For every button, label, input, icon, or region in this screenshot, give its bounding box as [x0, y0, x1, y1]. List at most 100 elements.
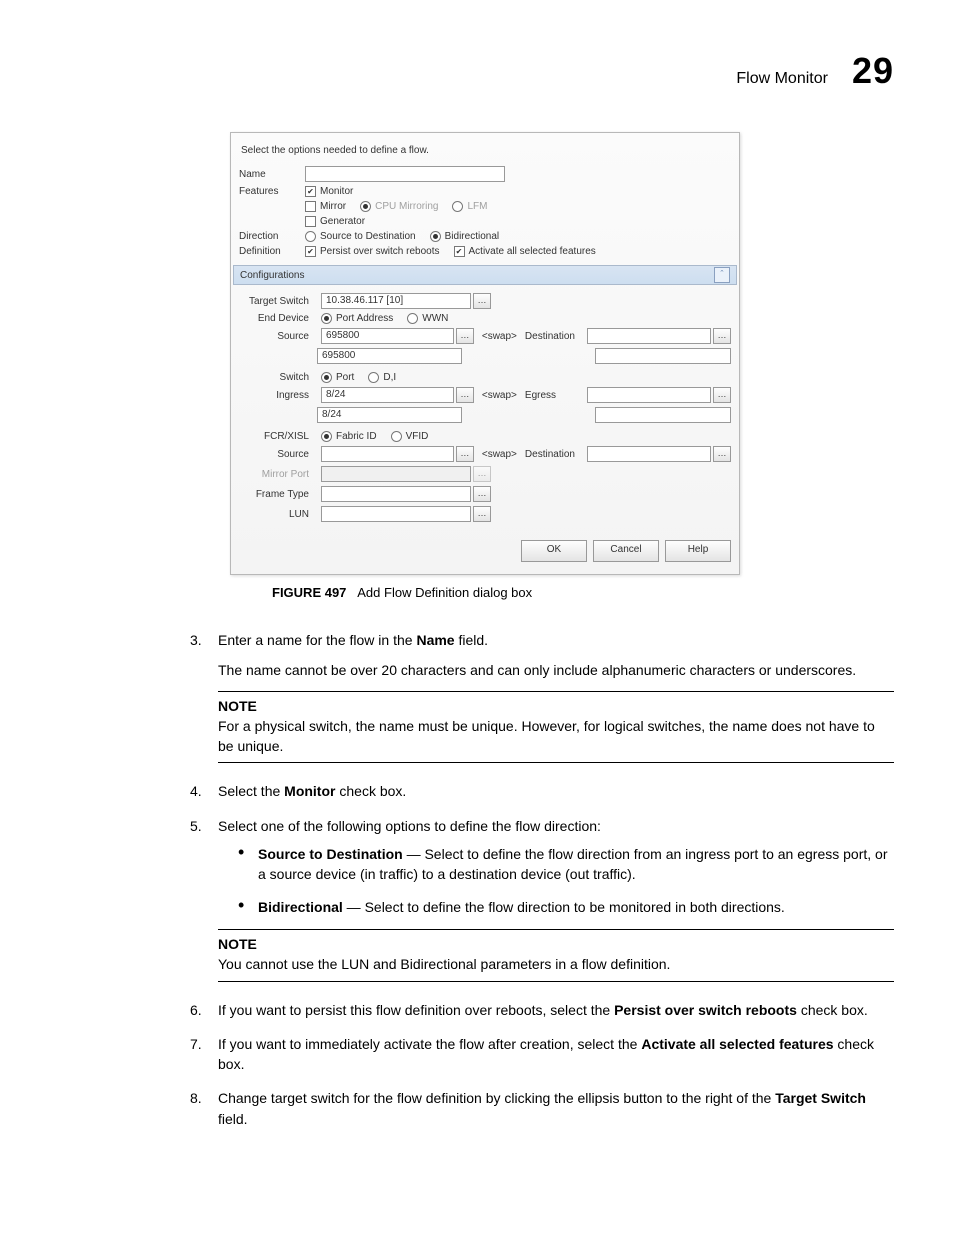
radio-icon — [305, 231, 316, 242]
direction-row: Direction Source to Destination Bidirect… — [239, 231, 731, 242]
source-to-dest-radio[interactable]: Source to Destination — [305, 231, 416, 242]
radio-icon — [430, 231, 441, 242]
bidirectional-radio[interactable]: Bidirectional — [430, 231, 499, 242]
step-7: 7. If you want to immediately activate t… — [190, 1034, 894, 1075]
source-input[interactable]: 695800 — [321, 328, 454, 344]
mirror-port-input — [321, 466, 471, 482]
generator-row: Generator — [305, 216, 731, 227]
page-header: Flow Monitor 29 — [60, 50, 894, 92]
generator-checkbox[interactable]: Generator — [305, 216, 365, 227]
mirror-checkbox[interactable]: Mirror — [305, 201, 346, 212]
destination-below-input[interactable] — [595, 348, 731, 364]
step-6: 6. If you want to persist this flow defi… — [190, 1000, 894, 1020]
cancel-button[interactable]: Cancel — [593, 540, 659, 562]
frame-type-ellipsis-button[interactable]: … — [473, 486, 491, 502]
target-switch-row: Target Switch 10.38.46.117 [10] … — [239, 293, 731, 309]
radio-icon — [321, 313, 332, 324]
swap-link[interactable]: <swap> — [482, 449, 517, 460]
configurations-label: Configurations — [240, 270, 304, 281]
source-below-input[interactable]: 695800 — [317, 348, 462, 364]
ingress-below-row: 8/24 <swap> Egress — [239, 407, 731, 423]
egress-input[interactable] — [587, 387, 711, 403]
target-switch-label: Target Switch — [239, 296, 313, 307]
swap-link[interactable]: <swap> — [482, 390, 517, 401]
mirror-port-row: Mirror Port … — [239, 466, 731, 482]
fcr-row: FCR/XISL Fabric ID VFID — [239, 431, 731, 442]
destination-input[interactable] — [587, 328, 711, 344]
step-3: 3. Enter a name for the flow in the Name… — [190, 630, 894, 763]
port-address-radio[interactable]: Port Address — [321, 313, 393, 324]
source-ellipsis-button[interactable]: … — [456, 328, 474, 344]
name-input[interactable] — [305, 166, 505, 182]
end-device-row: End Device Port Address WWN — [239, 313, 731, 324]
radio-icon — [391, 431, 402, 442]
configurations-section-header[interactable]: Configurations ˆ — [233, 265, 737, 285]
radio-icon — [321, 372, 332, 383]
switch-label: Switch — [239, 372, 313, 383]
bullet-bidirectional: Bidirectional — Select to define the flo… — [238, 897, 894, 917]
note-2: NOTE You cannot use the LUN and Bidirect… — [218, 929, 894, 982]
monitor-checkbox[interactable]: Monitor — [305, 186, 353, 197]
mirror-port-ellipsis-button: … — [473, 466, 491, 482]
egress-ellipsis-button[interactable]: … — [713, 387, 731, 403]
mirror-row: Mirror CPU Mirroring LFM — [305, 201, 731, 212]
fcr-source-row: Source … <swap> Destination … — [239, 446, 731, 462]
add-flow-dialog: Select the options needed to define a fl… — [230, 132, 740, 575]
ingress-label: Ingress — [239, 390, 313, 401]
collapse-icon[interactable]: ˆ — [714, 267, 730, 283]
port-radio[interactable]: Port — [321, 372, 354, 383]
end-device-source-below-row: 695800 <swap> Destination — [239, 348, 731, 364]
dialog-intro: Select the options needed to define a fl… — [241, 145, 729, 156]
instruction-content: 3. Enter a name for the flow in the Name… — [190, 630, 894, 1129]
radio-icon — [321, 431, 332, 442]
switch-row: Switch Port D,I — [239, 372, 731, 383]
target-switch-input[interactable]: 10.38.46.117 [10] — [321, 293, 471, 309]
frame-type-label: Frame Type — [239, 489, 313, 500]
di-radio[interactable]: D,I — [368, 372, 396, 383]
ingress-row: Ingress 8/24 … <swap> Egress … — [239, 387, 731, 403]
activate-checkbox[interactable]: Activate all selected features — [454, 246, 596, 257]
step-8: 8. Change target switch for the flow def… — [190, 1088, 894, 1129]
egress-below-input[interactable] — [595, 407, 731, 423]
direction-label: Direction — [239, 231, 297, 242]
fcr-destination-ellipsis-button[interactable]: … — [713, 446, 731, 462]
ingress-input[interactable]: 8/24 — [321, 387, 454, 403]
lun-ellipsis-button[interactable]: … — [473, 506, 491, 522]
target-switch-ellipsis-button[interactable]: … — [473, 293, 491, 309]
swap-link[interactable]: <swap> — [482, 331, 517, 342]
name-label: Name — [239, 169, 297, 180]
check-icon — [305, 201, 316, 212]
figure-number: FIGURE 497 — [272, 585, 346, 600]
fcr-source-ellipsis-button[interactable]: … — [456, 446, 474, 462]
fcr-source-input[interactable] — [321, 446, 454, 462]
ingress-ellipsis-button[interactable]: … — [456, 387, 474, 403]
header-title: Flow Monitor — [736, 70, 828, 88]
persist-checkbox[interactable]: Persist over switch reboots — [305, 246, 440, 257]
fcr-destination-input[interactable] — [587, 446, 711, 462]
lfm-radio: LFM — [452, 201, 487, 212]
check-icon — [305, 216, 316, 227]
ok-button[interactable]: OK — [521, 540, 587, 562]
end-device-source-row: Source 695800 … <swap> Destination … — [239, 328, 731, 344]
destination-ellipsis-button[interactable]: … — [713, 328, 731, 344]
vfid-radio[interactable]: VFID — [391, 431, 429, 442]
egress-label: Egress — [525, 390, 581, 401]
frame-type-input[interactable] — [321, 486, 471, 502]
lun-row: LUN … — [239, 506, 731, 522]
lun-input[interactable] — [321, 506, 471, 522]
ingress-below-input[interactable]: 8/24 — [317, 407, 462, 423]
step-5: 5. Select one of the following options t… — [190, 816, 894, 982]
wwn-radio[interactable]: WWN — [407, 313, 448, 324]
step-4: 4. Select the Monitor check box. — [190, 781, 894, 801]
features-label: Features — [239, 186, 297, 197]
fcr-source-label: Source — [239, 449, 313, 460]
radio-icon — [452, 201, 463, 212]
help-button[interactable]: Help — [665, 540, 731, 562]
dialog-buttons: OK Cancel Help — [239, 540, 731, 562]
radio-icon — [368, 372, 379, 383]
destination-label: Destination — [525, 331, 581, 342]
fabric-id-radio[interactable]: Fabric ID — [321, 431, 377, 442]
note-1: NOTE For a physical switch, the name mus… — [218, 691, 894, 764]
check-icon — [454, 246, 465, 257]
chapter-number: 29 — [852, 50, 894, 92]
